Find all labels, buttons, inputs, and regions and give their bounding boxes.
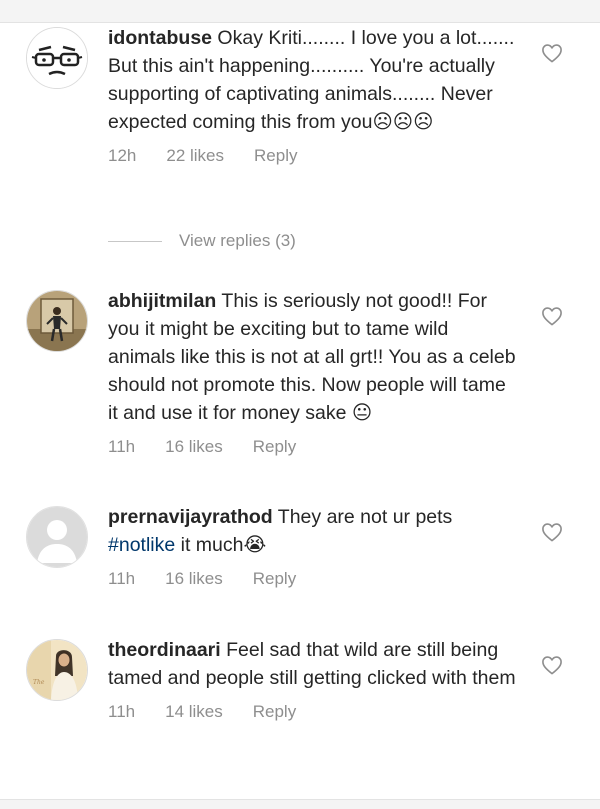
comment-meta: 11h 14 likes Reply	[108, 702, 518, 722]
comment-time: 11h	[108, 569, 136, 588]
comment-body-continued: it much	[175, 534, 244, 556]
photo-avatar-icon	[27, 291, 87, 351]
heart-outline-icon	[542, 656, 562, 675]
glasses-face-avatar-icon	[27, 28, 87, 88]
comment-likes[interactable]: 14 likes	[165, 702, 223, 722]
view-replies-label: View replies (3)	[179, 231, 296, 250]
top-status-strip	[0, 0, 600, 23]
comment-likes[interactable]: 16 likes	[165, 437, 223, 457]
default-avatar-icon	[27, 507, 87, 567]
comment-text: theordinaari Feel sad that wild are stil…	[108, 636, 518, 692]
like-button[interactable]	[541, 655, 563, 675]
like-button[interactable]	[541, 43, 563, 63]
user-avatar[interactable]: The	[26, 639, 88, 701]
svg-text:The: The	[33, 679, 45, 686]
heart-outline-icon	[542, 44, 562, 63]
comment-text: abhijitmilan This is seriously not good!…	[108, 287, 518, 427]
comment-time: 12h	[108, 146, 137, 165]
comment-body: They are not ur pets	[272, 506, 453, 528]
heart-outline-icon	[542, 523, 562, 542]
comment-likes[interactable]: 16 likes	[165, 569, 223, 589]
comment-meta: 11h 16 likes Reply	[108, 437, 518, 457]
user-avatar[interactable]	[26, 27, 88, 89]
view-replies-divider	[108, 240, 162, 242]
like-button[interactable]	[541, 306, 563, 326]
hashtag-link[interactable]: #notlike	[108, 534, 175, 556]
neutral-face-emoji: 😐	[351, 402, 373, 424]
comment-text: prernavijayrathod They are not ur pets #…	[108, 503, 518, 559]
comment-likes[interactable]: 22 likes	[166, 146, 224, 166]
comment-time: 11h	[108, 702, 136, 721]
reply-button[interactable]: Reply	[253, 702, 296, 722]
comment-username[interactable]: theordinaari	[108, 639, 221, 661]
user-avatar[interactable]	[26, 290, 88, 352]
like-button[interactable]	[541, 522, 563, 542]
crying-face-emoji: 😭	[243, 534, 267, 556]
photo-avatar-icon: The	[27, 640, 87, 700]
sad-face-emoji: ☹☹☹	[372, 111, 434, 133]
reply-button[interactable]: Reply	[253, 437, 296, 457]
user-avatar[interactable]	[26, 506, 88, 568]
comment-username[interactable]: idontabuse	[108, 27, 212, 49]
comment-text: idontabuse Okay Kriti........ I love you…	[108, 24, 518, 136]
comment-username[interactable]: prernavijayrathod	[108, 506, 273, 528]
comment-username[interactable]: abhijitmilan	[108, 290, 216, 312]
reply-button[interactable]: Reply	[253, 569, 296, 589]
comment-time: 11h	[108, 437, 136, 456]
view-replies-button[interactable]: View replies (3)	[108, 228, 296, 254]
comment-meta: 12h 22 likes Reply	[108, 146, 518, 166]
reply-button[interactable]: Reply	[254, 146, 297, 166]
heart-outline-icon	[542, 307, 562, 326]
comment-meta: 11h 16 likes Reply	[108, 569, 518, 589]
